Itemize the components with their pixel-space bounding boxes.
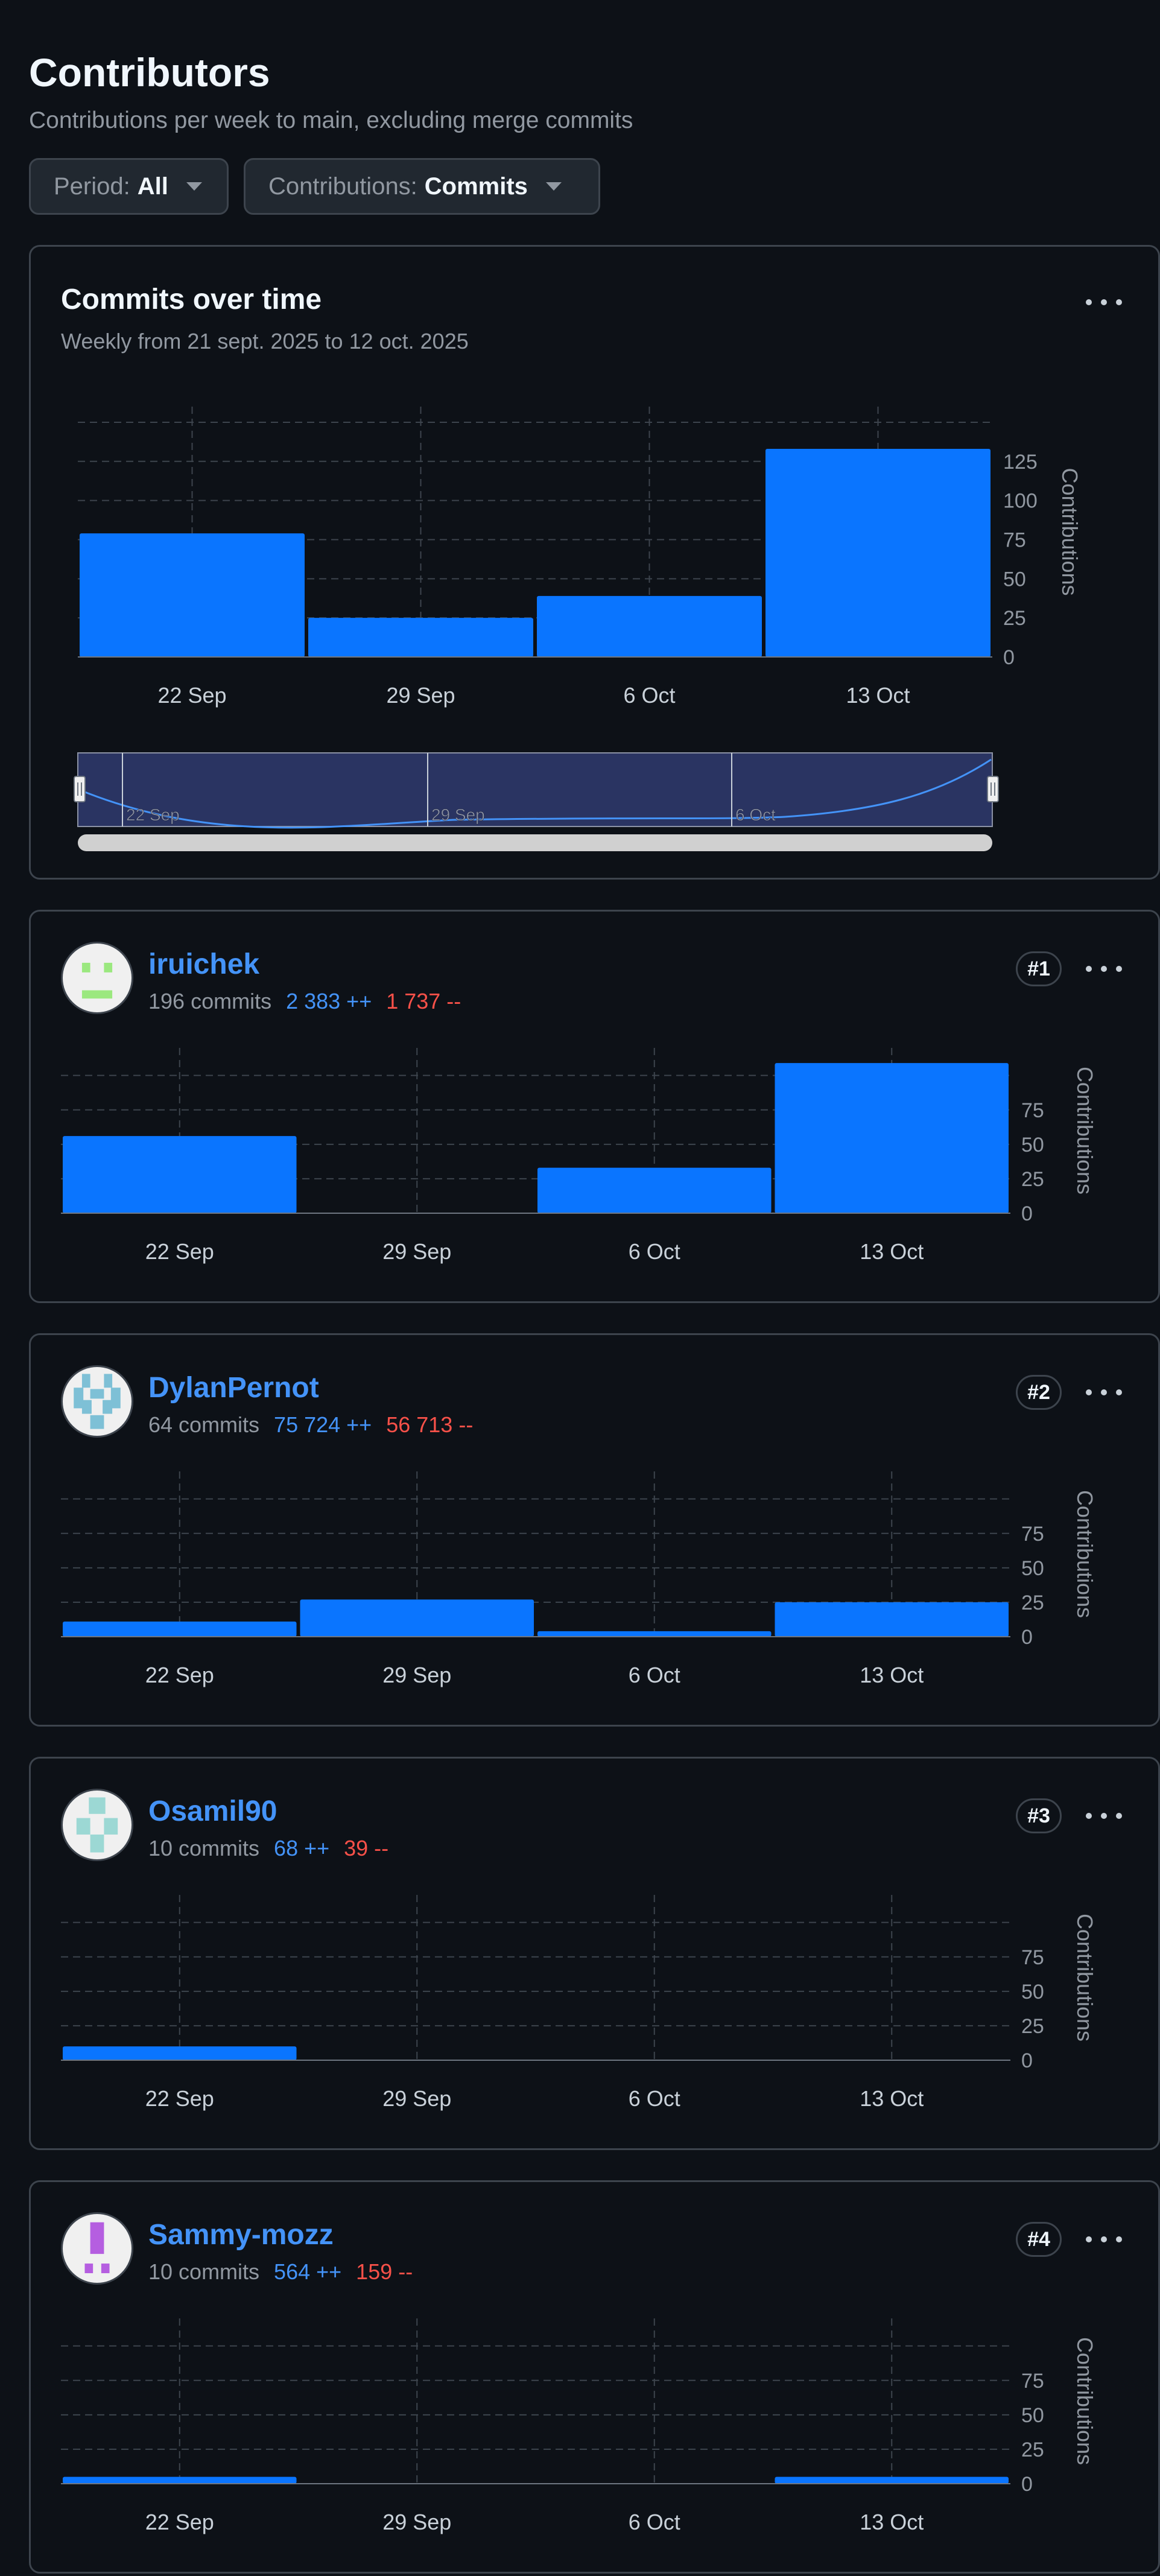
handle-body[interactable] xyxy=(74,776,86,802)
bar[interactable] xyxy=(300,1599,534,1637)
y-axis-label: Contributions xyxy=(1073,1490,1097,1618)
bar[interactable] xyxy=(765,449,990,657)
y-tick-label: 25 xyxy=(1003,607,1026,630)
contributor-chart: 0 25 50 75 Contributions 22 Sep 29 Sep 6 Oct 13 … xyxy=(61,1895,1097,2111)
bar[interactable] xyxy=(63,1136,297,1213)
y-tick-label: 0 xyxy=(1003,646,1015,669)
bar[interactable] xyxy=(775,1602,1009,1637)
y-tick-label: 125 xyxy=(1003,451,1038,474)
chevron-down-icon xyxy=(545,182,562,191)
navigator-right-handle[interactable] xyxy=(987,776,999,802)
contributors-page: Contributors Contributions per week to m… xyxy=(0,0,1160,2576)
navigator-scrollbar[interactable] xyxy=(78,834,992,851)
y-tick-label: 100 xyxy=(1003,490,1038,513)
y-tick-label: 25 xyxy=(1021,1168,1044,1191)
x-tick-label: 6 Oct xyxy=(629,1663,680,1687)
x-tick-label: 22 Sep xyxy=(145,2086,214,2111)
page-title: Contributors xyxy=(29,50,270,95)
contributor-card: Sammy-mozz 10 commits 564 ++ 159 -- #4 0 25 50 7… xyxy=(29,2180,1160,2574)
x-tick-label: 22 Sep xyxy=(145,1663,214,1687)
x-tick-label: 13 Oct xyxy=(846,683,910,708)
y-tick-label: 25 xyxy=(1021,1591,1044,1614)
navigator-label: 6 Oct xyxy=(735,805,776,824)
x-tick-label: 22 Sep xyxy=(145,1239,214,1264)
x-tick-label: 22 Sep xyxy=(145,2510,214,2534)
y-axis-label: Contributions xyxy=(1073,2337,1097,2465)
y-tick-label: 0 xyxy=(1021,2049,1033,2072)
x-tick-label: 6 Oct xyxy=(623,683,675,708)
x-tick-label: 29 Sep xyxy=(386,683,455,708)
bar[interactable] xyxy=(80,533,305,657)
x-tick-label: 13 Oct xyxy=(860,2086,924,2111)
contributor-card: DylanPernot 64 commits 75 724 ++ 56 713 -- #… xyxy=(29,1333,1160,1727)
bar[interactable] xyxy=(63,2476,297,2484)
y-axis-label: Contributions xyxy=(1073,1067,1097,1194)
period-value: All xyxy=(137,173,168,200)
y-tick-label: 75 xyxy=(1021,1099,1044,1122)
navigator-left-handle[interactable] xyxy=(74,776,86,802)
y-tick-label: 50 xyxy=(1021,2404,1044,2427)
navigator-label: 29 Sep xyxy=(431,805,485,824)
bar[interactable] xyxy=(775,2476,1009,2484)
x-tick-label: 29 Sep xyxy=(382,1239,451,1264)
x-tick-label: 13 Oct xyxy=(860,1239,924,1264)
y-tick-label: 50 xyxy=(1003,568,1026,591)
y-tick-label: 75 xyxy=(1021,1946,1044,1969)
y-tick-label: 25 xyxy=(1021,2438,1044,2461)
y-tick-label: 50 xyxy=(1021,1134,1044,1156)
chevron-down-icon xyxy=(186,182,202,191)
y-tick-label: 25 xyxy=(1021,2015,1044,2038)
contributor-card: iruichek 196 commits 2 383 ++ 1 737 -- #1 0 25… xyxy=(29,910,1160,1303)
bar[interactable] xyxy=(63,2046,297,2060)
y-axis-label: Contributions xyxy=(1073,1914,1097,2041)
range-navigator[interactable] xyxy=(77,752,993,827)
x-tick-label: 22 Sep xyxy=(157,683,226,708)
contributions-value: Commits xyxy=(424,173,528,200)
handle-body[interactable] xyxy=(987,776,999,802)
overview-chart: 0 25 50 75 100 125 Contributions 22 Sep 29 Sep 6 … xyxy=(74,407,1082,851)
x-tick-label: 6 Oct xyxy=(629,1239,680,1264)
y-tick-label: 0 xyxy=(1021,1202,1033,1225)
period-dropdown[interactable]: Period: All xyxy=(29,158,229,215)
y-tick-label: 0 xyxy=(1021,2473,1033,2496)
bar[interactable] xyxy=(537,1167,772,1213)
y-tick-label: 0 xyxy=(1021,1626,1033,1649)
x-tick-label: 29 Sep xyxy=(382,2510,451,2534)
contributions-label: Contributions: xyxy=(268,173,417,200)
contributor-card: Osamil90 10 commits 68 ++ 39 -- #3 0 25 50 75 Con… xyxy=(29,1757,1160,2150)
y-tick-label: 75 xyxy=(1021,2370,1044,2393)
period-label: Period: xyxy=(54,173,130,200)
bar[interactable] xyxy=(63,1621,297,1637)
y-tick-label: 50 xyxy=(1021,1981,1044,2003)
x-tick-label: 13 Oct xyxy=(860,1663,924,1687)
contributor-chart: 0 25 50 75 Contributions 22 Sep 29 Sep 6 Oct 13 … xyxy=(61,2318,1097,2534)
bar[interactable] xyxy=(537,595,762,657)
x-tick-label: 29 Sep xyxy=(382,2086,451,2111)
commits-over-time-card: Commits over time Weekly from 21 sept. 2… xyxy=(29,245,1160,880)
y-axis-label: Contributions xyxy=(1057,468,1082,595)
contributions-dropdown[interactable]: Contributions: Commits xyxy=(244,158,600,215)
x-tick-label: 29 Sep xyxy=(382,1663,451,1687)
bar[interactable] xyxy=(775,1063,1009,1213)
x-tick-label: 13 Oct xyxy=(860,2510,924,2534)
x-tick-label: 6 Oct xyxy=(629,2510,680,2534)
contributor-chart: 0 25 50 75 Contributions 22 Sep 29 Sep 6 Oct 13 … xyxy=(61,1471,1097,1687)
navigator-label: 22 Sep xyxy=(126,805,180,824)
y-tick-label: 50 xyxy=(1021,1557,1044,1580)
contributor-chart: 0 25 50 75 Contributions 22 Sep 29 Sep 6 Oct 13 … xyxy=(61,1048,1097,1264)
bar[interactable] xyxy=(537,1631,772,1637)
page-subtitle: Contributions per week to main, excludin… xyxy=(29,107,633,133)
bar[interactable] xyxy=(308,618,533,657)
x-tick-label: 6 Oct xyxy=(629,2086,680,2111)
y-tick-label: 75 xyxy=(1003,528,1026,551)
y-tick-label: 75 xyxy=(1021,1523,1044,1546)
